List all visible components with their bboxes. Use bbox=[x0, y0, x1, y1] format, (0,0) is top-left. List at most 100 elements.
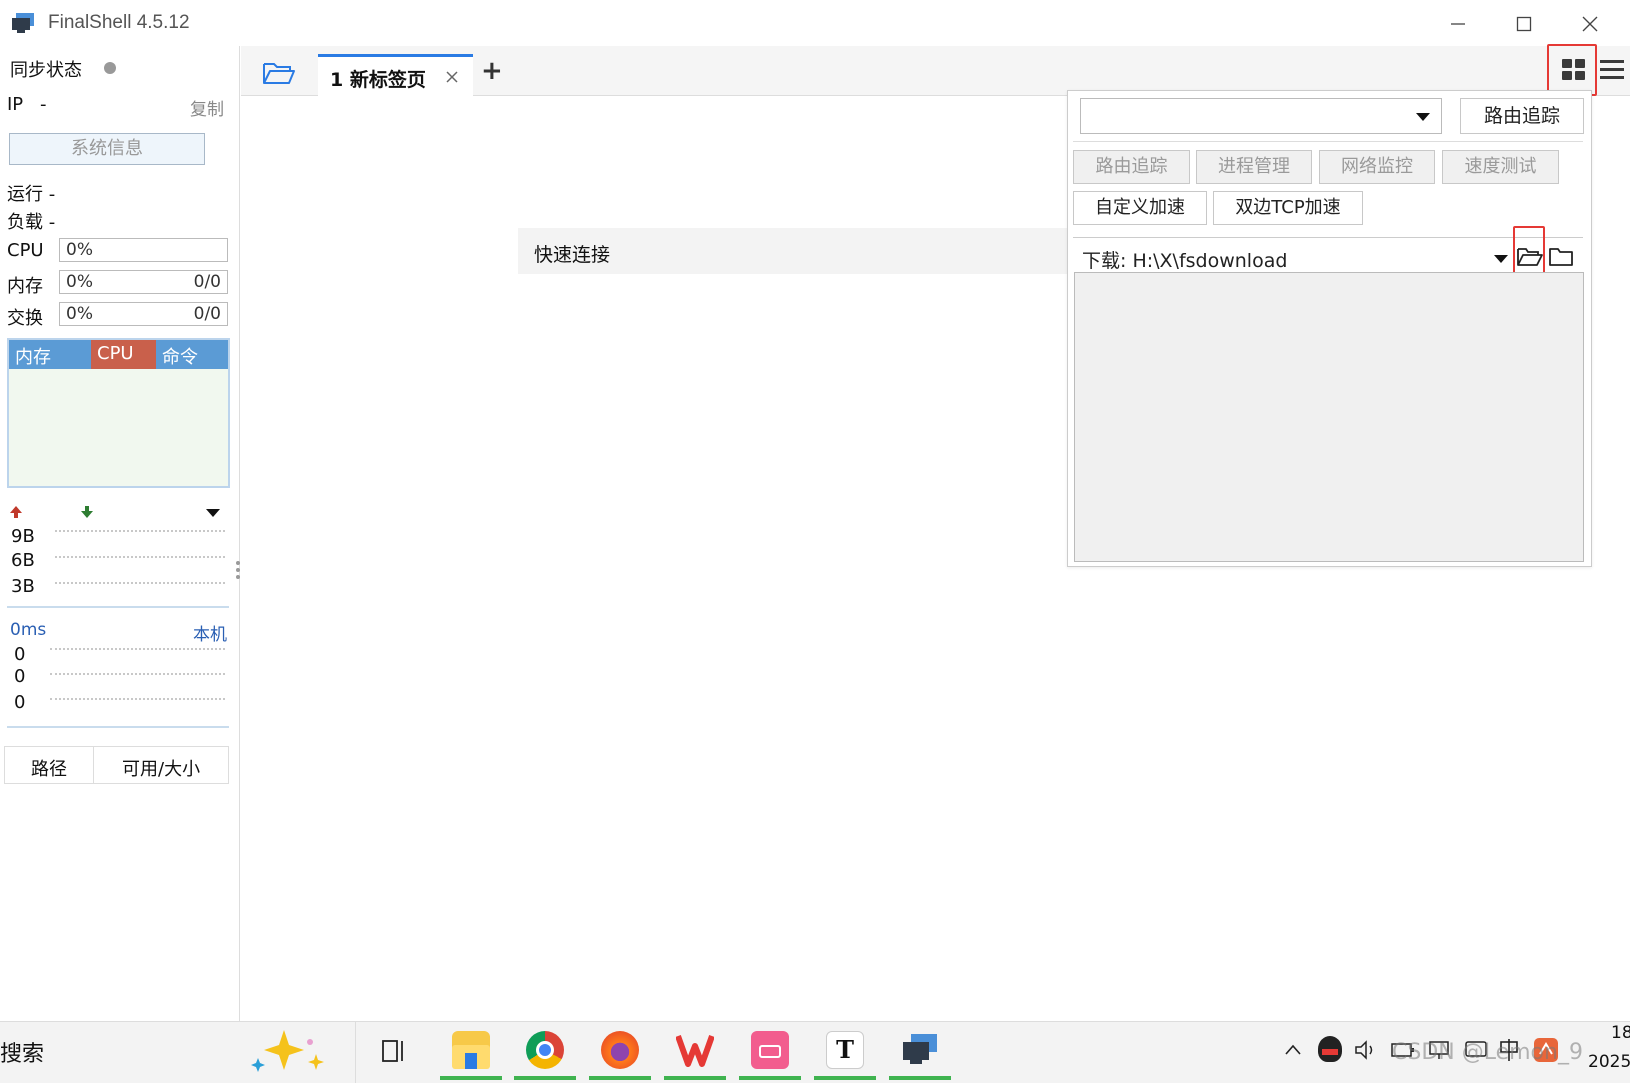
tools-panel: 路由追踪 路由追踪 进程管理 网络监控 速度测试 自定义加速 双边TCP加速 下… bbox=[1067, 90, 1592, 567]
net-tick-1: 9B bbox=[11, 526, 35, 547]
minimize-button[interactable] bbox=[1436, 6, 1480, 42]
ping-tick-2: 0 bbox=[14, 666, 26, 687]
swap-ratio: 0/0 bbox=[193, 304, 221, 324]
net-gridline bbox=[55, 530, 225, 532]
sysinfo-button[interactable]: 系统信息 bbox=[9, 133, 205, 165]
minimize-icon bbox=[1451, 23, 1465, 25]
cpu-label: CPU bbox=[7, 240, 44, 261]
highlight-box-grid bbox=[1547, 44, 1597, 96]
file-explorer-app-icon[interactable] bbox=[452, 1031, 490, 1069]
title-bar: FinalShell 4.5.12 bbox=[0, 0, 1630, 46]
ip-value: - bbox=[40, 94, 47, 115]
net-gridline bbox=[55, 582, 225, 584]
window-title: FinalShell 4.5.12 bbox=[48, 12, 190, 33]
tool-network-monitor-button[interactable]: 网络监控 bbox=[1319, 150, 1435, 184]
running-indicator bbox=[889, 1076, 951, 1080]
finalshell-taskbar-icon[interactable] bbox=[901, 1032, 939, 1068]
net-gridline bbox=[55, 556, 225, 558]
ping-gridline bbox=[50, 698, 225, 700]
net-tick-2: 6B bbox=[11, 550, 35, 571]
close-icon bbox=[1582, 16, 1598, 32]
tray-overflow-chevron-icon[interactable] bbox=[1284, 1042, 1302, 1056]
close-button[interactable] bbox=[1568, 6, 1612, 42]
ping-gridline bbox=[50, 673, 225, 675]
hamburger-menu-icon[interactable] bbox=[1600, 60, 1624, 80]
watermark: CSDN @Lemon_9 bbox=[1392, 1040, 1583, 1065]
sidebar-resize-handle[interactable] bbox=[236, 561, 240, 581]
tool-speed-test-button[interactable]: 速度测试 bbox=[1442, 150, 1559, 184]
uptime-label: 运行 - bbox=[7, 184, 56, 205]
target-host-combobox[interactable] bbox=[1080, 98, 1442, 134]
divider bbox=[7, 606, 229, 608]
tab-label: 1 新标签页 bbox=[330, 69, 426, 91]
tool-process-manager-button[interactable]: 进程管理 bbox=[1196, 150, 1312, 184]
quick-connect-bar[interactable]: 快速连接 bbox=[518, 228, 1068, 274]
running-indicator bbox=[440, 1076, 502, 1080]
tab-close-icon[interactable] bbox=[446, 71, 458, 83]
add-tab-button[interactable]: + bbox=[481, 56, 503, 86]
cpu-value: 0% bbox=[66, 240, 93, 260]
disk-col-size[interactable]: 可用/大小 bbox=[122, 755, 200, 781]
col-divider bbox=[93, 747, 94, 783]
tool-route-trace-button[interactable]: 路由追踪 bbox=[1073, 150, 1190, 184]
volume-icon[interactable] bbox=[1354, 1040, 1378, 1060]
open-folder-icon[interactable] bbox=[262, 60, 296, 86]
dual-tcp-accel-button[interactable]: 双边TCP加速 bbox=[1213, 191, 1363, 225]
highlight-box-open-folder bbox=[1513, 226, 1545, 278]
running-indicator bbox=[739, 1076, 801, 1080]
maximize-button[interactable] bbox=[1502, 6, 1546, 42]
chevron-down-icon bbox=[1416, 113, 1430, 121]
monitor-sidebar: 同步状态 IP - 复制 系统信息 运行 - 负载 - CPU 0% 内存 0%… bbox=[0, 46, 240, 1021]
mem-meter: 0% 0/0 bbox=[59, 270, 228, 294]
tab-new[interactable]: 1 新标签页 bbox=[318, 54, 473, 96]
ping-label: 0ms bbox=[10, 620, 47, 640]
custom-accel-button[interactable]: 自定义加速 bbox=[1073, 191, 1207, 225]
download-path-dropdown-icon[interactable] bbox=[1493, 254, 1509, 264]
running-indicator bbox=[589, 1076, 651, 1080]
ping-tick-1: 0 bbox=[14, 644, 26, 665]
copilot-sparkle-icon[interactable] bbox=[250, 1028, 346, 1072]
copy-ip-link[interactable]: 复制 bbox=[190, 95, 224, 120]
windows-taskbar bbox=[0, 1021, 1630, 1083]
qq-tray-icon[interactable] bbox=[1318, 1036, 1342, 1062]
upload-arrow-icon bbox=[10, 506, 22, 518]
download-path-label: 下载: H:\X\fsdownload bbox=[1082, 250, 1288, 272]
sync-status-label: 同步状态 bbox=[10, 60, 82, 81]
maximize-icon bbox=[1516, 16, 1532, 32]
bilibili-app-icon[interactable] bbox=[751, 1031, 789, 1069]
ip-label: IP bbox=[7, 94, 24, 115]
swap-meter: 0% 0/0 bbox=[59, 302, 228, 326]
swap-value: 0% bbox=[66, 304, 93, 324]
choose-folder-icon[interactable] bbox=[1549, 246, 1573, 268]
wps-office-app-icon[interactable] bbox=[676, 1032, 714, 1068]
load-label: 负载 - bbox=[7, 212, 56, 233]
finalshell-app-icon bbox=[12, 13, 34, 33]
ping-host-selector[interactable]: 本机 bbox=[193, 620, 227, 645]
net-tick-3: 3B bbox=[11, 576, 35, 597]
chrome-app-icon[interactable] bbox=[526, 1031, 564, 1069]
mem-ratio: 0/0 bbox=[193, 272, 221, 292]
tab-mem[interactable]: 内存 bbox=[9, 340, 91, 369]
task-view-icon[interactable] bbox=[381, 1038, 407, 1064]
cpu-meter: 0% bbox=[59, 238, 228, 262]
process-panel: 内存 CPU 命令 bbox=[7, 338, 230, 488]
divider bbox=[7, 726, 229, 728]
firefox-app-icon[interactable] bbox=[601, 1031, 639, 1069]
net-interface-dropdown-icon[interactable] bbox=[205, 508, 221, 518]
running-indicator bbox=[814, 1076, 876, 1080]
clock-time[interactable]: 18 bbox=[1611, 1023, 1630, 1043]
transfer-list-area[interactable] bbox=[1074, 272, 1584, 562]
quick-connect-label: 快速连接 bbox=[534, 244, 611, 266]
ping-gridline bbox=[50, 648, 225, 650]
tab-command[interactable]: 命令 bbox=[156, 340, 228, 369]
mem-label: 内存 bbox=[7, 276, 43, 297]
clock-date[interactable]: 2025 bbox=[1588, 1052, 1630, 1072]
route-trace-run-button[interactable]: 路由追踪 bbox=[1460, 98, 1584, 134]
disk-col-path[interactable]: 路径 bbox=[31, 755, 67, 781]
divider bbox=[1073, 141, 1583, 142]
running-indicator bbox=[514, 1076, 576, 1080]
tab-cpu[interactable]: CPU bbox=[91, 340, 156, 369]
taskbar-search[interactable]: 搜索 bbox=[0, 1036, 44, 1068]
running-indicator bbox=[664, 1076, 726, 1080]
typora-app-icon[interactable]: T bbox=[826, 1031, 864, 1069]
